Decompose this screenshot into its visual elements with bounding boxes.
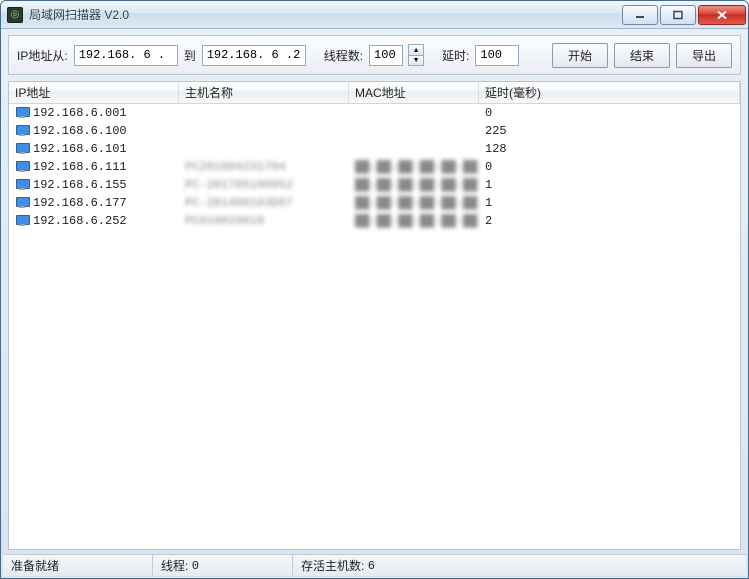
threads-label: 线程数: (324, 47, 363, 64)
cell-latency: 1 (479, 196, 740, 210)
window-title: 局域网扫描器 V2.0 (29, 6, 129, 23)
computer-icon (15, 143, 29, 155)
computer-icon (15, 179, 29, 191)
cell-latency: 0 (479, 160, 740, 174)
ip-from-label: IP地址从: (17, 47, 68, 64)
status-threads-label: 线程: (161, 557, 188, 574)
window-controls (620, 5, 746, 25)
cell-ip: 192.168.6.155 (33, 178, 127, 192)
cell-latency: 1 (479, 178, 740, 192)
computer-icon (15, 161, 29, 173)
results-list: IP地址 主机名称 MAC地址 延时(毫秒) 192.168.6.0010192… (8, 81, 741, 550)
col-header-ip[interactable]: IP地址 (9, 82, 179, 103)
status-alive-value: 6 (368, 559, 375, 573)
delay-input[interactable] (475, 45, 519, 66)
app-icon: ◎ (7, 7, 23, 23)
cell-mac: ██-██-██-██-██-██ (349, 178, 479, 192)
table-row[interactable]: 192.168.6.100 225 (9, 122, 740, 140)
table-row[interactable]: 192.168.6.177 PC-201408103D07██-██-██-██-… (9, 194, 740, 212)
table-row[interactable]: 192.168.6.155 PC-201705100952██-██-██-██-… (9, 176, 740, 194)
stop-button[interactable]: 结束 (614, 43, 670, 68)
cell-latency: 225 (479, 124, 740, 138)
cell-host: PC-201408103D07 (179, 196, 349, 210)
cell-mac: ██-██-██-██-██-██ (349, 214, 479, 228)
maximize-button[interactable] (660, 5, 696, 25)
cell-mac: ██-██-██-██-██-██ (349, 160, 479, 174)
close-button[interactable] (698, 5, 746, 25)
table-row[interactable]: 192.168.6.001 0 (9, 104, 740, 122)
computer-icon (15, 125, 29, 137)
cell-ip: 192.168.6.001 (33, 106, 127, 120)
status-alive: 存活主机数: 6 (293, 555, 746, 576)
cell-ip: 192.168.6.101 (33, 142, 127, 156)
delay-label: 延时: (442, 47, 469, 64)
minimize-button[interactable] (622, 5, 658, 25)
cell-ip: 192.168.6.177 (33, 196, 127, 210)
threads-down-button[interactable]: ▼ (408, 55, 424, 66)
ip-to-input[interactable] (202, 45, 306, 66)
cell-host: PC-201705100952 (179, 178, 349, 192)
toolbar: IP地址从: 到 线程数: ▲ ▼ 延时: 开始 结束 导出 (8, 35, 741, 75)
status-threads: 线程: 0 (153, 555, 293, 576)
titlebar[interactable]: ◎ 局域网扫描器 V2.0 (1, 1, 748, 29)
cell-latency: 0 (479, 106, 740, 120)
computer-icon (15, 107, 29, 119)
ip-from-input[interactable] (74, 45, 178, 66)
table-row[interactable]: 192.168.6.252 PC010029010██-██-██-██-██-█… (9, 212, 740, 230)
cell-latency: 2 (479, 214, 740, 228)
app-window: ◎ 局域网扫描器 V2.0 IP地址从: 到 线程数: ▲ ▼ 延时: (0, 0, 749, 579)
export-button[interactable]: 导出 (676, 43, 732, 68)
cell-host: PC010029010 (179, 214, 349, 228)
cell-ip: 192.168.6.111 (33, 160, 127, 174)
computer-icon (15, 215, 29, 227)
start-button[interactable]: 开始 (552, 43, 608, 68)
list-header: IP地址 主机名称 MAC地址 延时(毫秒) (9, 82, 740, 104)
table-row[interactable]: 192.168.6.101 128 (9, 140, 740, 158)
computer-icon (15, 197, 29, 209)
cell-latency: 128 (479, 142, 740, 156)
threads-up-button[interactable]: ▲ (408, 44, 424, 55)
cell-ip: 192.168.6.100 (33, 124, 127, 138)
threads-input[interactable] (369, 45, 403, 66)
ip-to-label: 到 (184, 47, 196, 64)
col-header-latency[interactable]: 延时(毫秒) (479, 82, 740, 103)
col-header-mac[interactable]: MAC地址 (349, 82, 479, 103)
status-ready: 准备就绪 (3, 555, 153, 576)
status-threads-value: 0 (192, 559, 199, 573)
status-alive-label: 存活主机数: (301, 557, 364, 574)
cell-mac: ██-██-██-██-██-██ (349, 196, 479, 210)
table-row[interactable]: 192.168.6.111 PC201004231704██-██-██-██-█… (9, 158, 740, 176)
cell-host: PC201004231704 (179, 160, 349, 174)
col-header-host[interactable]: 主机名称 (179, 82, 349, 103)
list-body[interactable]: 192.168.6.0010192.168.6.100225192.168.6.… (9, 104, 740, 549)
cell-ip: 192.168.6.252 (33, 214, 127, 228)
statusbar: 准备就绪 线程: 0 存活主机数: 6 (3, 554, 746, 576)
threads-spinner: ▲ ▼ (408, 44, 424, 66)
